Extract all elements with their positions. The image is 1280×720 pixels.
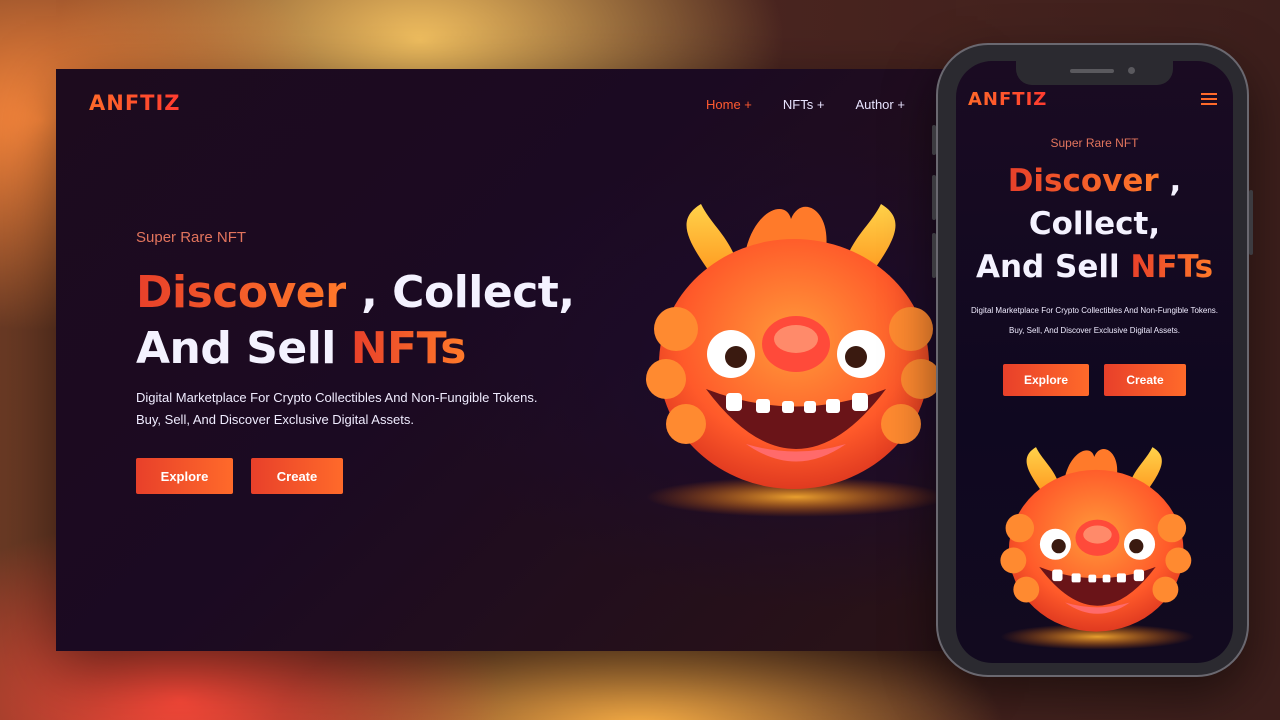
mobile-create-button[interactable]: Create	[1104, 364, 1186, 396]
nav-nfts[interactable]: NFTs +	[783, 97, 825, 112]
explore-button[interactable]: Explore	[136, 458, 233, 494]
desktop-website-preview: ANFTIZ Home + NFTs + Author + Super Rare…	[56, 69, 956, 651]
mobile-headline-collect: Collect,	[1028, 206, 1161, 242]
mobile-headline-and-sell: And Sell	[975, 249, 1131, 285]
hero-headline: Discover , Collect, And Sell NFTs	[136, 265, 575, 377]
mobile-dragon-mascot-image	[1000, 447, 1195, 650]
hamburger-menu-icon[interactable]	[1201, 93, 1217, 105]
mobile-headline-nfts: NFTs	[1130, 249, 1214, 285]
nav-home[interactable]: Home +	[706, 97, 752, 112]
headline-discover: Discover	[136, 267, 347, 318]
mobile-phone-preview: ANFTIZ Super Rare NFT Discover , Collect…	[932, 43, 1253, 677]
camera-icon	[1128, 67, 1135, 74]
nav-author[interactable]: Author +	[855, 97, 905, 112]
speaker-grille	[1070, 69, 1114, 73]
phone-volume-up	[932, 175, 936, 220]
headline-and-sell: And Sell	[136, 323, 351, 374]
phone-power-button	[1249, 190, 1253, 255]
hero-eyebrow: Super Rare NFT	[136, 229, 247, 246]
phone-volume-down	[932, 233, 936, 278]
mobile-headline-discover: Discover	[1007, 163, 1159, 199]
headline-nfts: NFTs	[350, 323, 467, 374]
dragon-mascot-image	[646, 204, 946, 517]
create-button[interactable]: Create	[251, 458, 343, 494]
mobile-brand-logo[interactable]: ANFTIZ	[968, 89, 1047, 110]
mobile-explore-button[interactable]: Explore	[1003, 364, 1089, 396]
mobile-hero-headline: Discover , Collect, And Sell NFTs	[956, 160, 1233, 289]
mobile-description-line-1: Digital Marketplace For Crypto Collectib…	[970, 306, 1219, 315]
mobile-hero-eyebrow: Super Rare NFT	[1050, 136, 1139, 150]
description-line-2: Buy, Sell, And Discover Exclusive Digita…	[136, 412, 414, 427]
headline-collect: , Collect,	[346, 267, 575, 318]
brand-logo[interactable]: ANFTIZ	[89, 91, 181, 115]
phone-notch	[1016, 61, 1173, 85]
hero-description: Digital Marketplace For Crypto Collectib…	[136, 387, 538, 431]
mobile-hero-description: Digital Marketplace For Crypto Collectib…	[956, 301, 1233, 341]
phone-screen: ANFTIZ Super Rare NFT Discover , Collect…	[956, 61, 1233, 663]
description-line-1: Digital Marketplace For Crypto Collectib…	[136, 390, 538, 405]
mobile-description-line-2: Buy, Sell, And Discover Exclusive Digita…	[1008, 326, 1181, 335]
main-nav: Home + NFTs + Author +	[706, 97, 936, 112]
phone-mute-switch	[932, 125, 936, 155]
mobile-headline-comma: ,	[1158, 163, 1182, 199]
